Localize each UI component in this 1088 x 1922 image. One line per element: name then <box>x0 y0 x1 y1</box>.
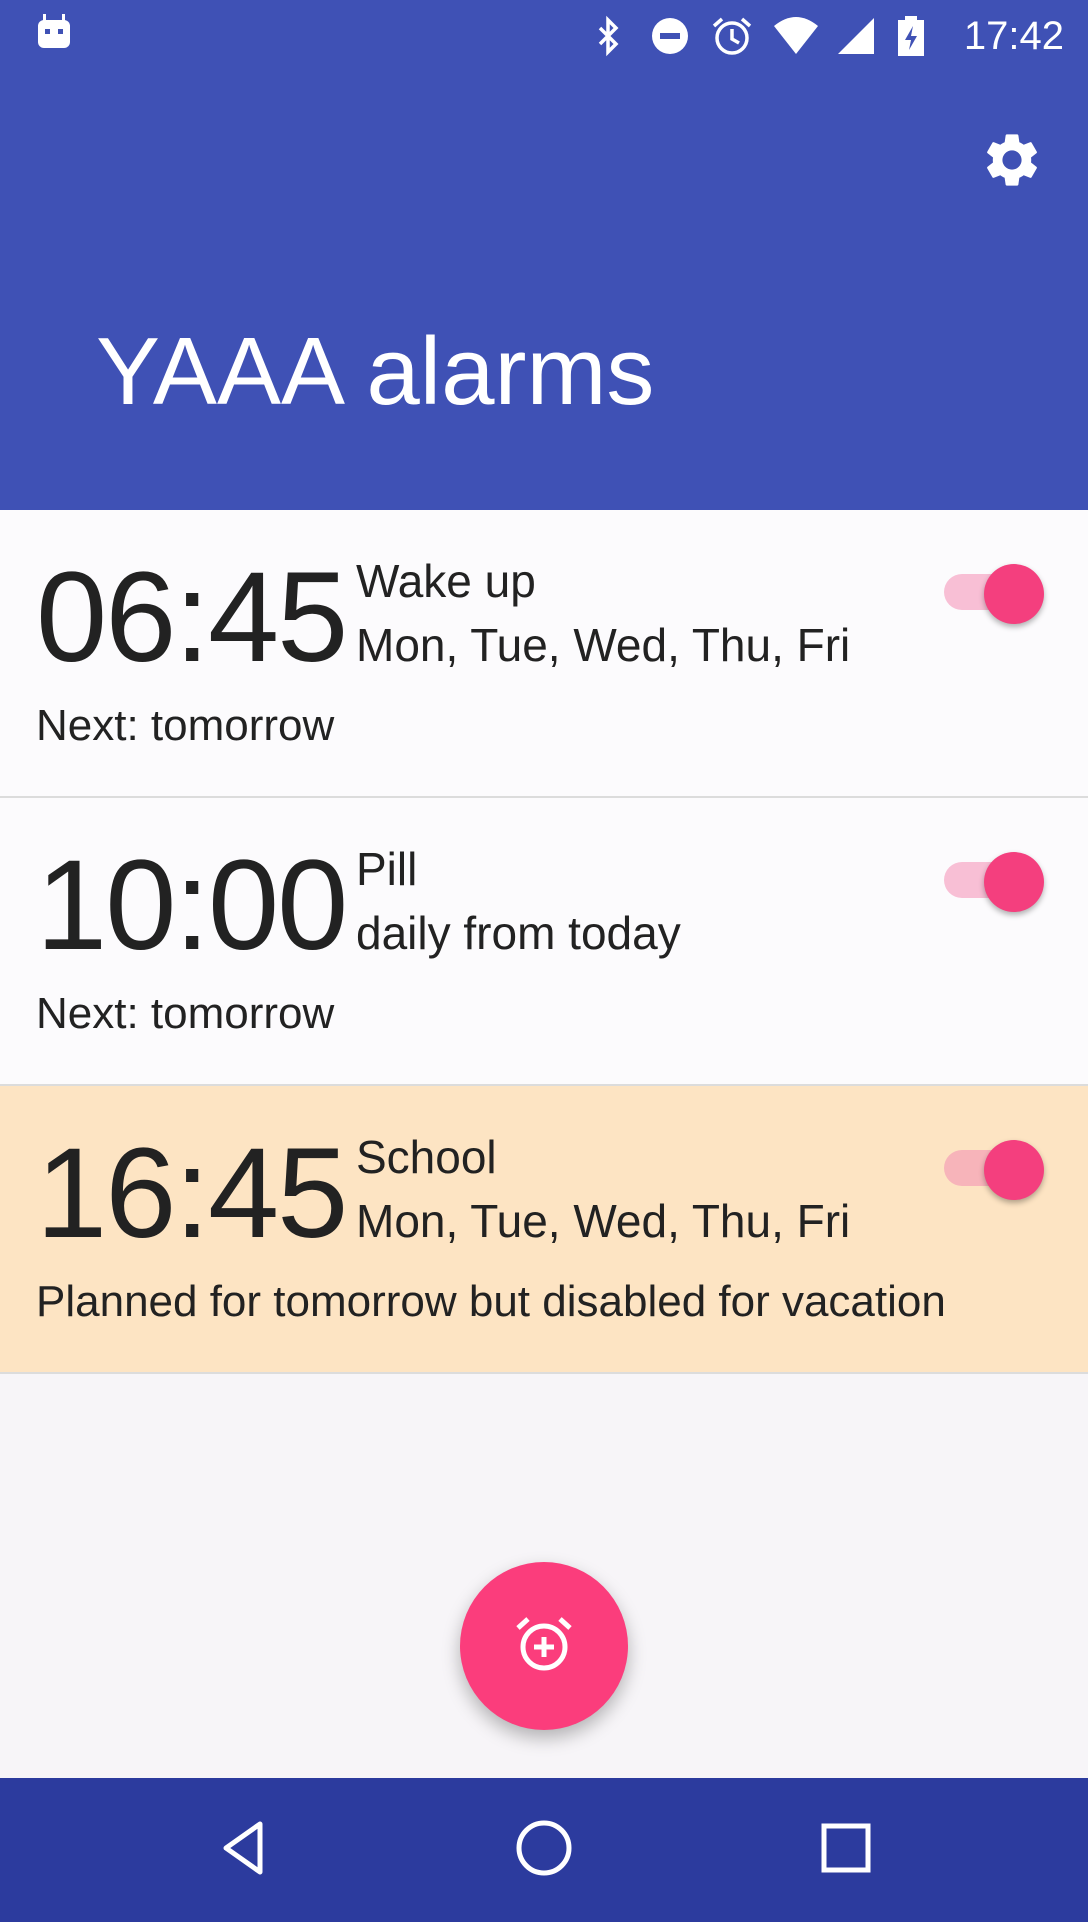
alarm-toggle[interactable] <box>944 556 1044 624</box>
alarm-label: Wake up <box>356 555 536 607</box>
alarm-days: Mon, Tue, Wed, Thu, Fri <box>356 1195 851 1247</box>
home-icon <box>514 1818 574 1883</box>
signal-icon <box>834 14 878 58</box>
alarm-time: 06:45 <box>36 546 348 689</box>
back-icon <box>214 1818 274 1883</box>
wifi-icon <box>772 14 818 58</box>
alarm-toggle[interactable] <box>944 844 1044 912</box>
toggle-thumb <box>984 564 1044 624</box>
navigation-bar <box>0 1778 1088 1922</box>
do-not-disturb-icon <box>648 14 692 58</box>
app-bar: YAAA alarms <box>0 72 1088 510</box>
app-title: YAAA alarms <box>96 318 655 425</box>
alarm-toggle[interactable] <box>944 1132 1044 1200</box>
alarm-time: 10:00 <box>36 834 348 977</box>
gear-icon <box>980 128 1044 197</box>
alarm-next: Next: tomorrow <box>36 701 335 750</box>
alarm-days: Mon, Tue, Wed, Thu, Fri <box>356 619 851 671</box>
alarm-label: School <box>356 1131 497 1183</box>
toggle-thumb <box>984 1140 1044 1200</box>
add-alarm-icon <box>512 1612 576 1681</box>
alarm-next: Planned for tomorrow but disabled for va… <box>36 1277 946 1326</box>
alarm-list: 06:45 Wake up Mon, Tue, Wed, Thu, Fri Ne… <box>0 510 1088 1374</box>
alarm-label: Pill <box>356 843 418 895</box>
recents-icon <box>816 1818 876 1883</box>
alarm-card[interactable]: 06:45 Wake up Mon, Tue, Wed, Thu, Fri Ne… <box>0 510 1088 798</box>
add-alarm-button[interactable] <box>460 1562 628 1730</box>
alarm-card[interactable]: 16:45 School Mon, Tue, Wed, Thu, Fri Pla… <box>0 1086 1088 1374</box>
battery-charging-icon <box>896 14 940 58</box>
settings-button[interactable] <box>974 124 1050 200</box>
back-button[interactable] <box>208 1814 280 1886</box>
alarm-time: 16:45 <box>36 1122 348 1265</box>
android-icon <box>34 12 74 57</box>
status-time: 17:42 <box>963 13 1064 58</box>
recents-button[interactable] <box>810 1814 882 1886</box>
alarm-days: daily from today <box>356 907 681 959</box>
home-button[interactable] <box>508 1814 580 1886</box>
alarm-card[interactable]: 10:00 Pill daily from today Next: tomorr… <box>0 798 1088 1086</box>
status-bar: 17:42 <box>0 0 1088 72</box>
toggle-thumb <box>984 852 1044 912</box>
alarm-next: Next: tomorrow <box>36 989 335 1038</box>
alarm-icon <box>710 14 754 58</box>
bluetooth-icon <box>586 14 630 58</box>
